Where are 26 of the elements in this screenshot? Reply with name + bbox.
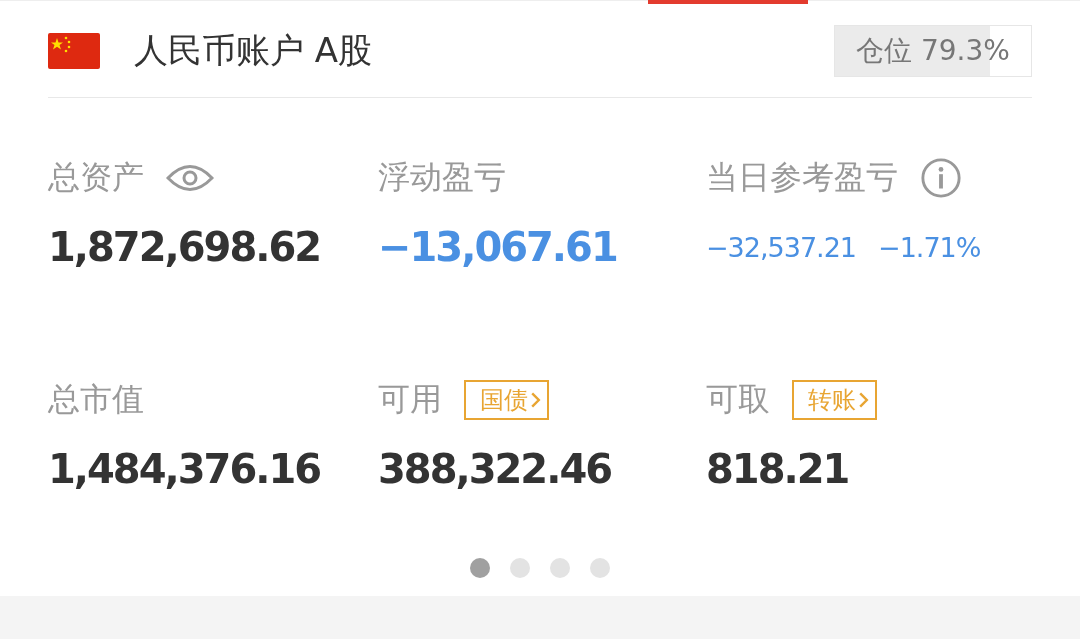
chevron-icon xyxy=(530,391,541,409)
action-button[interactable]: 转账 xyxy=(792,380,877,420)
page-dot[interactable] xyxy=(510,558,530,578)
flag-icon xyxy=(48,33,100,69)
account-title: 人民币账户 A股 xyxy=(134,29,374,72)
metric-value: −32,537.21 xyxy=(706,231,857,263)
metric-label: 可取 xyxy=(706,379,770,420)
position-badge: 仓位 79.3% xyxy=(834,25,1032,77)
metric-label: 可用 xyxy=(378,379,442,420)
chevron-icon xyxy=(858,391,869,409)
metric-value: 818.21 xyxy=(706,446,849,492)
info-icon[interactable] xyxy=(920,157,962,199)
metric-value: −13,067.61 xyxy=(378,224,617,270)
metric-label: 总资产 xyxy=(48,157,144,198)
action-button[interactable]: 国债 xyxy=(464,380,549,420)
page-dot[interactable] xyxy=(470,558,490,578)
metric-value: 1,872,698.62 xyxy=(48,224,321,270)
page-dot[interactable] xyxy=(590,558,610,578)
metric-value: 1,484,376.16 xyxy=(48,446,321,492)
metric-label: 浮动盈亏 xyxy=(378,157,506,198)
page-dot[interactable] xyxy=(550,558,570,578)
metric-label: 总市值 xyxy=(48,379,144,420)
metric-value: −1.71% xyxy=(878,231,981,263)
metric-value: 388,322.46 xyxy=(378,446,612,492)
eye-icon[interactable] xyxy=(166,163,214,193)
metric-label: 当日参考盈亏 xyxy=(706,157,898,198)
